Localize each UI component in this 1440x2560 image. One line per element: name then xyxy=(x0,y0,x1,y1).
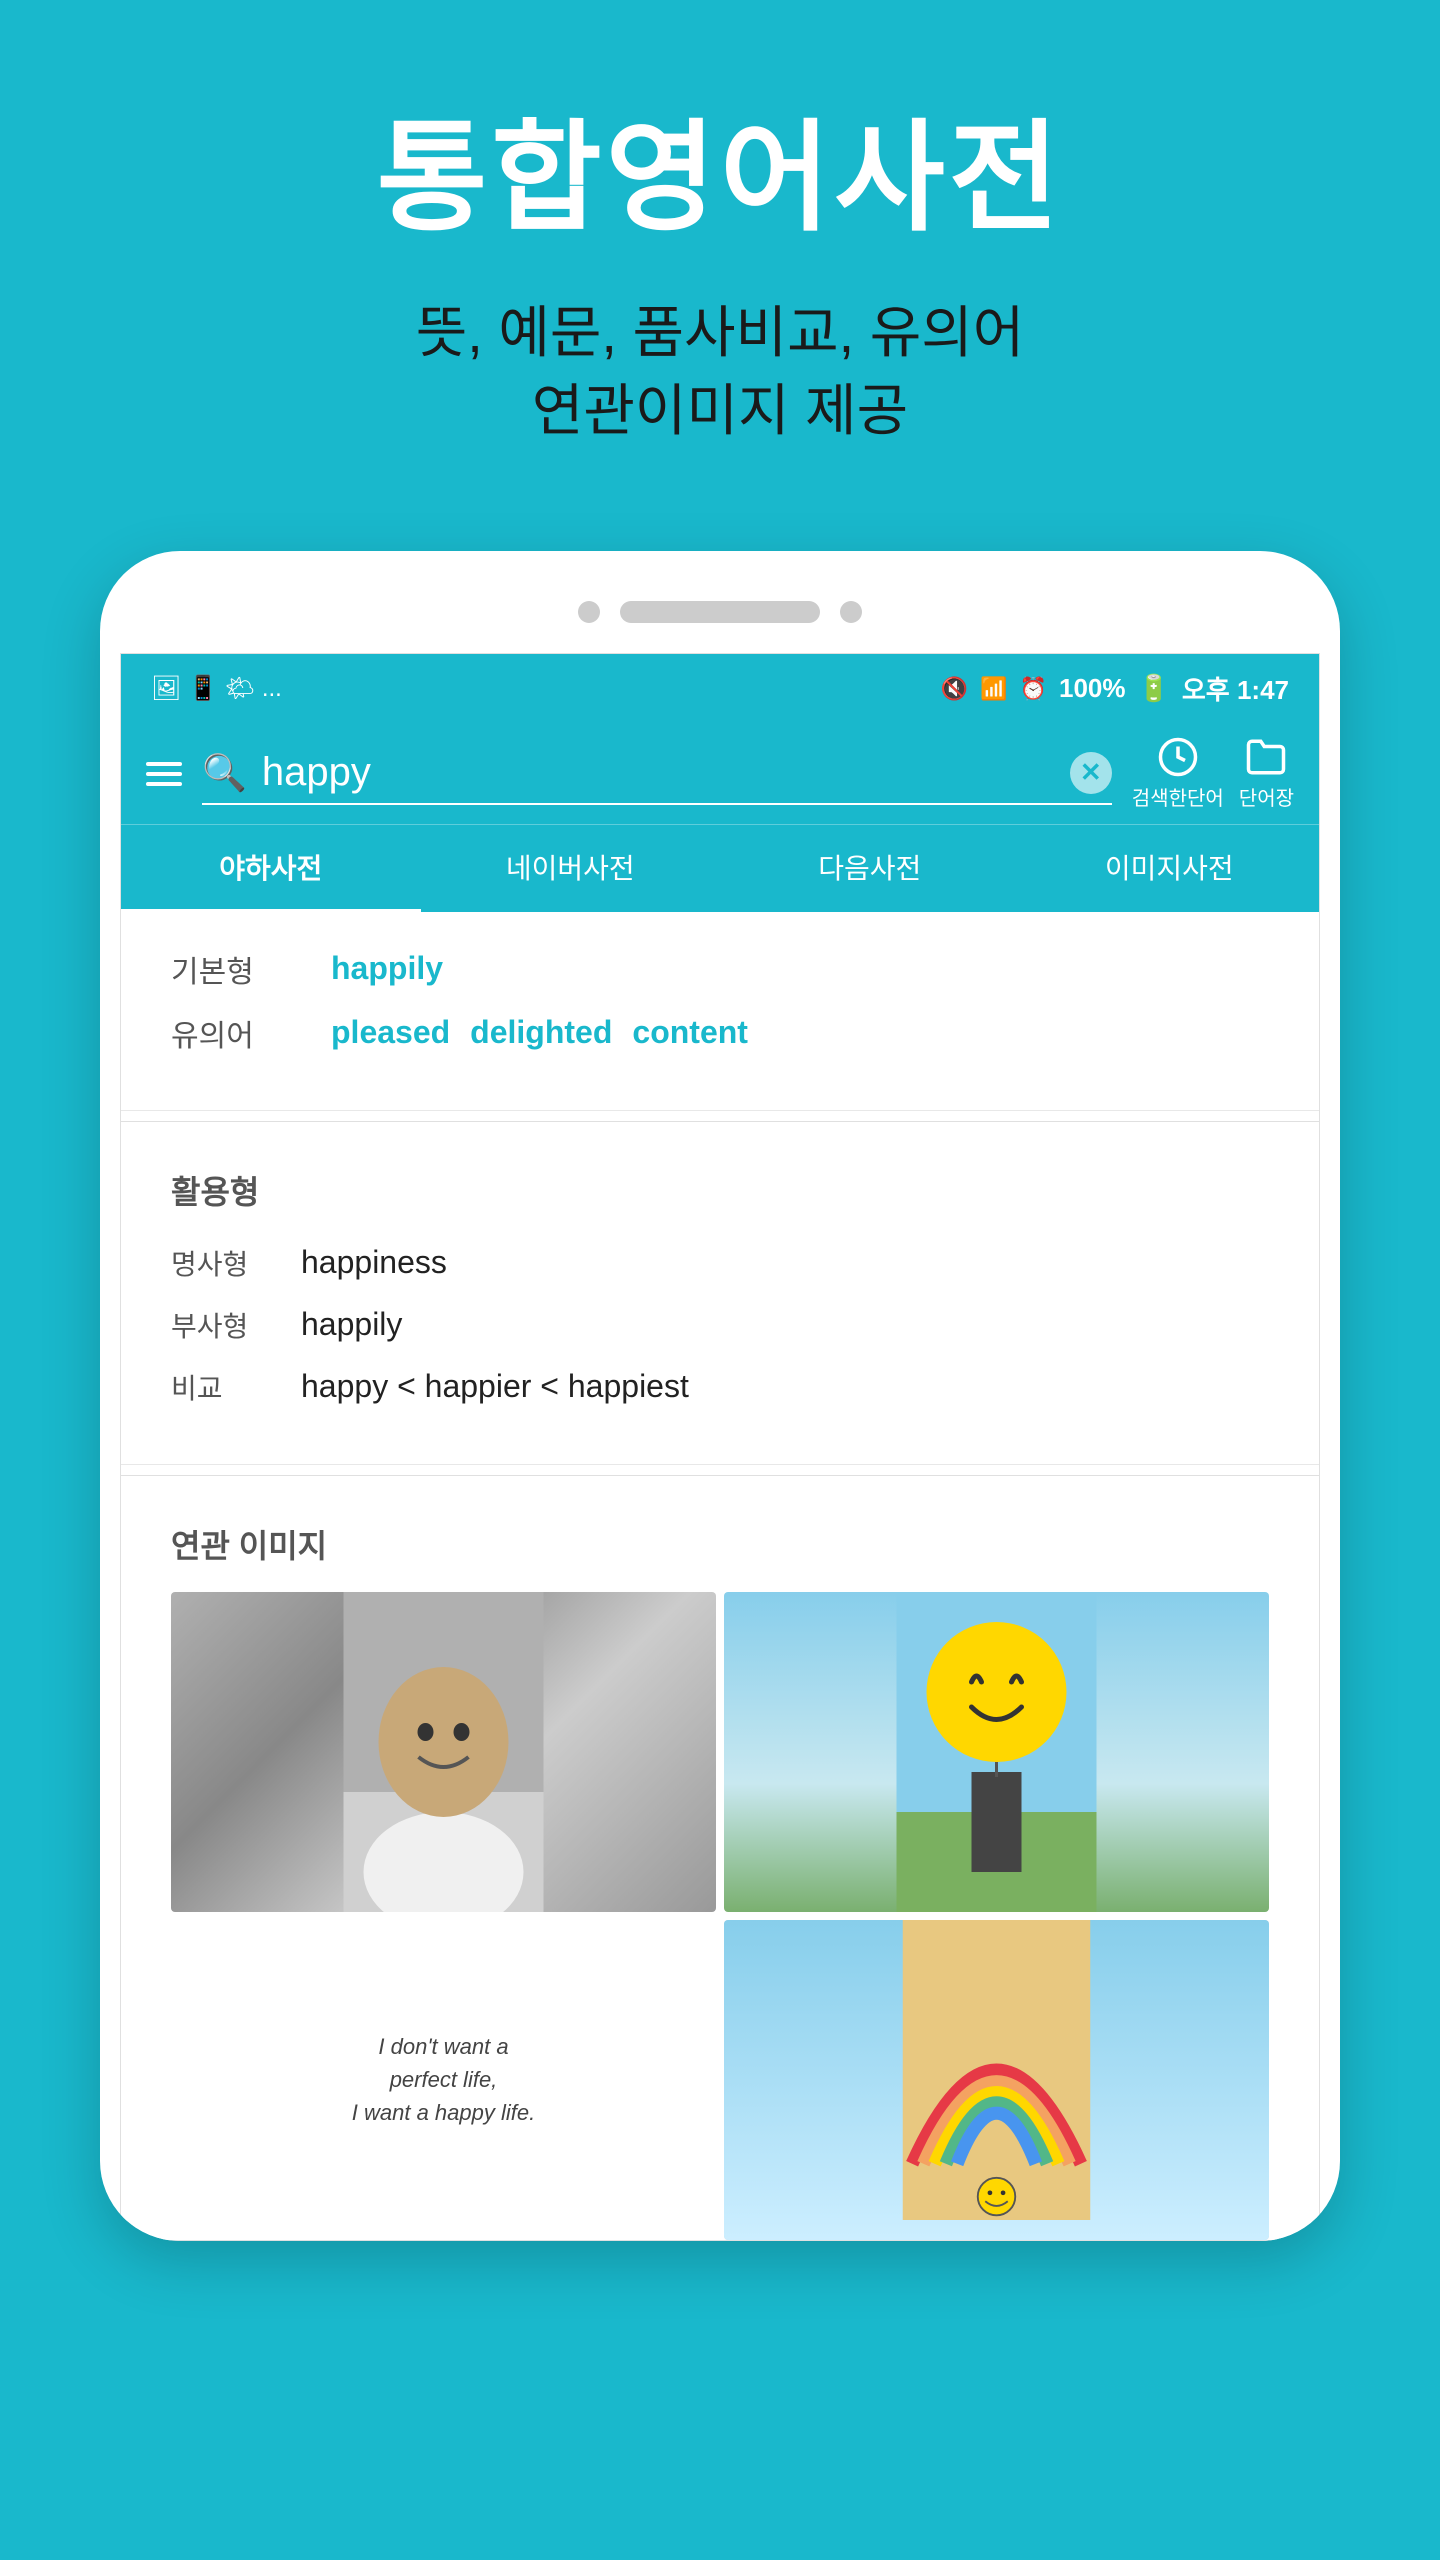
status-bar: 🖼 📱 🌤 ... 🔇 📶 ⏰ 100% 🔋 오후 1:47 xyxy=(121,654,1319,724)
mute-icon: 🔇 xyxy=(941,676,968,702)
subtitle-line2: 연관이미지 제공 xyxy=(532,379,908,442)
synonym-content[interactable]: content xyxy=(632,1014,748,1051)
wordbook-button[interactable]: 단어장 xyxy=(1239,736,1294,811)
hamburger-line-3 xyxy=(146,782,182,786)
header-section: 통합영어사전 뜻, 예문, 품사비교, 유의어 연관이미지 제공 xyxy=(0,0,1440,491)
synonym-list: pleased delighted content xyxy=(331,1014,748,1051)
section-divider-1 xyxy=(121,1121,1319,1122)
phone-dot-right xyxy=(840,601,862,623)
related-images-section: 연관 이미지 xyxy=(121,1486,1319,2240)
search-query[interactable]: happy xyxy=(262,750,1055,795)
boy-illustration xyxy=(171,1592,716,1912)
image-rainbow[interactable] xyxy=(724,1920,1269,2240)
synonym-pleased[interactable]: pleased xyxy=(331,1014,450,1051)
comparison-row: 비교 happy < happier < happiest xyxy=(171,1367,1269,1407)
synonym-delighted[interactable]: delighted xyxy=(470,1014,612,1051)
search-input-wrapper[interactable]: 🔍 happy ✕ xyxy=(202,742,1112,805)
word-info-section: 기본형 happily 유의어 pleased delighted conten… xyxy=(121,912,1319,1111)
phone-mockup: 🖼 📱 🌤 ... 🔇 📶 ⏰ 100% 🔋 오후 1:47 🔍 happy xyxy=(100,551,1340,2241)
adverb-form-label: 부사형 xyxy=(171,1305,301,1345)
synonym-row: 유의어 pleased delighted content xyxy=(171,1011,1269,1055)
wifi-icon: 📶 xyxy=(980,676,1007,702)
phone-dot-left xyxy=(578,601,600,623)
battery-text: 100% xyxy=(1059,673,1126,704)
adverb-form-row: 부사형 happily xyxy=(171,1305,1269,1345)
wordbook-label: 단어장 xyxy=(1239,782,1294,811)
images-title: 연관 이미지 xyxy=(171,1521,1269,1567)
section-divider-2 xyxy=(121,1475,1319,1476)
comparison-label: 비교 xyxy=(171,1367,301,1407)
conjugation-section: 활용형 명사형 happiness 부사형 happily 비교 happy <… xyxy=(121,1132,1319,1465)
quote-text: I don't want aperfect life,I want a happ… xyxy=(352,2030,535,2129)
tab-naverDictionary[interactable]: 네이버사전 xyxy=(421,825,721,912)
noun-form-label: 명사형 xyxy=(171,1243,301,1283)
main-title: 통합영어사전 xyxy=(40,80,1400,254)
folder-icon xyxy=(1245,736,1287,778)
battery-icon: 🔋 xyxy=(1138,673,1170,704)
image-balloon[interactable] xyxy=(724,1592,1269,1912)
conjugation-title: 활용형 xyxy=(171,1167,1269,1213)
content-area: 기본형 happily 유의어 pleased delighted conten… xyxy=(121,912,1319,2240)
image-quote[interactable]: I don't want aperfect life,I want a happ… xyxy=(171,1920,716,2240)
phone-top-bar xyxy=(120,601,1320,623)
balloon-bg xyxy=(724,1592,1269,1912)
balloon-illustration xyxy=(724,1592,1269,1912)
comparison-value: happy < happier < happiest xyxy=(301,1368,689,1405)
rainbow-illustration xyxy=(724,1920,1269,2220)
time-display: 오후 1:47 xyxy=(1182,670,1289,707)
search-bar: 🔍 happy ✕ 검색한단어 단어장 xyxy=(121,724,1319,824)
hamburger-menu[interactable] xyxy=(146,762,182,786)
hamburger-line-2 xyxy=(146,772,182,776)
image-boy[interactable] xyxy=(171,1592,716,1912)
base-form-value[interactable]: happily xyxy=(331,950,443,987)
adverb-form-value: happily xyxy=(301,1306,402,1343)
search-icon: 🔍 xyxy=(202,752,247,794)
tab-daumDictionary[interactable]: 다음사전 xyxy=(720,825,1020,912)
base-form-row: 기본형 happily xyxy=(171,947,1269,991)
boy-photo-bg xyxy=(171,1592,716,1912)
tab-imageDictionary[interactable]: 이미지사전 xyxy=(1020,825,1320,912)
status-right-info: 🔇 📶 ⏰ 100% 🔋 오후 1:47 xyxy=(941,670,1289,707)
noun-form-value: happiness xyxy=(301,1244,447,1281)
subtitle-line1: 뜻, 예문, 품사비교, 유의어 xyxy=(416,301,1025,364)
rainbow-bg xyxy=(724,1920,1269,2240)
image-grid: I don't want aperfect life,I want a happ… xyxy=(171,1592,1269,2240)
synonym-label: 유의어 xyxy=(171,1011,331,1055)
clear-search-button[interactable]: ✕ xyxy=(1070,752,1112,794)
status-icons: 🖼 📱 🌤 ... xyxy=(151,674,282,703)
history-label: 검색한단어 xyxy=(1132,782,1224,811)
history-button[interactable]: 검색한단어 xyxy=(1132,736,1224,811)
tab-yahaDictionary[interactable]: 야하사전 xyxy=(121,825,421,912)
phone-screen: 🖼 📱 🌤 ... 🔇 📶 ⏰ 100% 🔋 오후 1:47 🔍 happy xyxy=(120,653,1320,2241)
noun-form-row: 명사형 happiness xyxy=(171,1243,1269,1283)
alarm-icon: ⏰ xyxy=(1020,676,1047,702)
dictionary-tabs: 야하사전 네이버사전 다음사전 이미지사전 xyxy=(121,824,1319,912)
quote-bg: I don't want aperfect life,I want a happ… xyxy=(171,1920,716,2240)
subtitle: 뜻, 예문, 품사비교, 유의어 연관이미지 제공 xyxy=(40,294,1400,451)
clock-icon xyxy=(1157,736,1199,778)
base-form-label: 기본형 xyxy=(171,947,331,991)
hamburger-line-1 xyxy=(146,762,182,766)
toolbar-icons: 검색한단어 단어장 xyxy=(1132,736,1294,811)
phone-speaker xyxy=(620,601,820,623)
status-left-icons: 🖼 📱 🌤 ... xyxy=(151,674,282,703)
